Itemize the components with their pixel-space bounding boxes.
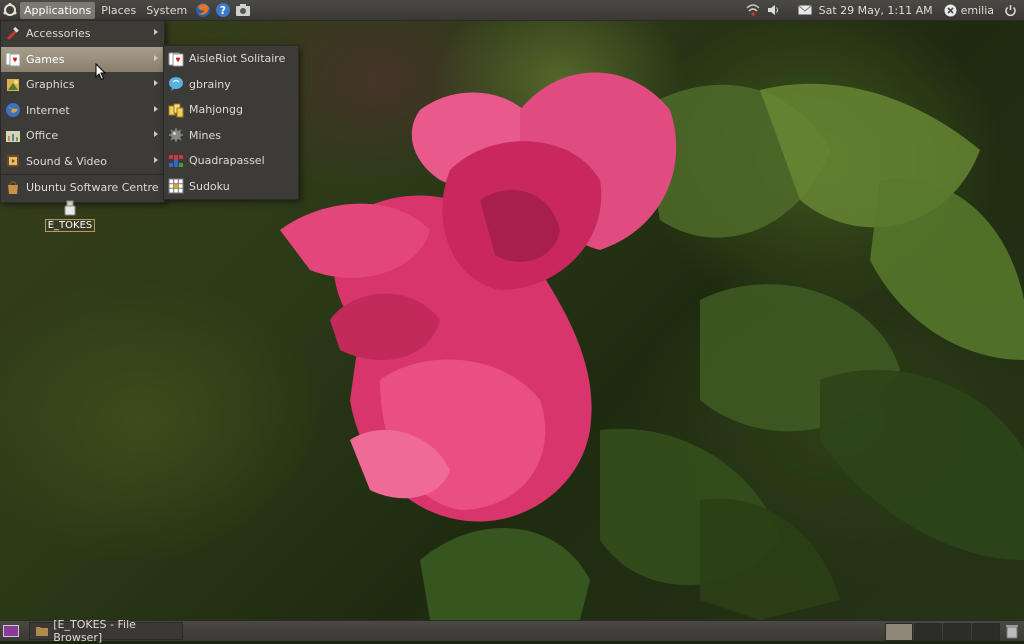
menu-system[interactable]: System bbox=[142, 2, 191, 19]
workspace-2[interactable] bbox=[914, 623, 942, 641]
menu-item-label: Internet bbox=[26, 103, 70, 117]
taskbar-item-file-browser[interactable]: [E_TOKES - File Browser] bbox=[29, 618, 183, 644]
workspace-1[interactable] bbox=[885, 623, 913, 641]
games-submenu: AisleRiot Solitaire gbrainy Mahjongg Min… bbox=[163, 45, 299, 200]
network-icon[interactable] bbox=[745, 2, 761, 18]
clock[interactable]: Sat 29 May, 1:11 AM bbox=[819, 4, 933, 17]
submenu-arrow-icon bbox=[154, 54, 158, 61]
solitaire-icon bbox=[168, 51, 184, 67]
menu-item-mines[interactable]: Mines bbox=[164, 123, 298, 149]
taskbar-item-label: [E_TOKES - File Browser] bbox=[53, 618, 136, 644]
menu-item-graphics[interactable]: Graphics bbox=[1, 72, 164, 98]
office-icon bbox=[5, 128, 21, 144]
software-centre-icon bbox=[5, 180, 21, 196]
user-name[interactable]: emilia bbox=[961, 4, 994, 17]
menu-item-mahjongg[interactable]: Mahjongg bbox=[164, 97, 298, 123]
sound-video-icon bbox=[5, 153, 21, 169]
menu-item-internet[interactable]: Internet bbox=[1, 98, 164, 124]
menu-item-accessories[interactable]: Accessories bbox=[1, 21, 164, 47]
menu-item-label: Games bbox=[26, 52, 65, 66]
workspace-4[interactable] bbox=[972, 623, 1000, 641]
menu-item-label: Quadrapassel bbox=[189, 154, 265, 168]
power-icon[interactable] bbox=[1002, 2, 1018, 18]
menu-item-sudoku[interactable]: Sudoku bbox=[164, 174, 298, 200]
games-icon bbox=[5, 51, 21, 67]
mahjongg-icon bbox=[168, 102, 184, 118]
quadrapassel-icon bbox=[168, 153, 184, 169]
bottom-panel: [E_TOKES - File Browser] bbox=[0, 618, 1024, 644]
mouse-cursor-icon bbox=[95, 63, 107, 81]
volume-icon[interactable] bbox=[765, 2, 781, 18]
menu-item-label: gbrainy bbox=[189, 77, 231, 91]
menu-item-label: Mines bbox=[189, 128, 222, 142]
menu-item-ubuntu-software-centre[interactable]: Ubuntu Software Centre bbox=[1, 175, 164, 201]
mines-icon bbox=[168, 127, 184, 143]
sudoku-icon bbox=[168, 178, 184, 194]
applications-menu: Accessories Games Graphics Internet Offi… bbox=[0, 20, 165, 203]
menu-item-label: AisleRiot Solitaire bbox=[189, 52, 286, 66]
menu-item-label: Mahjongg bbox=[189, 103, 243, 117]
menu-item-gbrainy[interactable]: gbrainy bbox=[164, 72, 298, 98]
submenu-arrow-icon bbox=[154, 131, 158, 137]
menu-item-label: Ubuntu Software Centre bbox=[26, 181, 159, 195]
top-panel: Applications Places System ? Sat 29 May,… bbox=[0, 0, 1024, 21]
submenu-arrow-icon bbox=[154, 29, 158, 35]
graphics-icon bbox=[5, 77, 21, 93]
internet-icon bbox=[5, 102, 21, 118]
menu-item-label: Office bbox=[26, 129, 59, 143]
menu-applications[interactable]: Applications bbox=[20, 1, 96, 19]
ubuntu-logo-icon[interactable] bbox=[2, 2, 18, 18]
menu-item-label: Accessories bbox=[26, 27, 91, 41]
usb-drive-icon bbox=[62, 200, 78, 216]
gbrainy-icon bbox=[168, 76, 184, 92]
submenu-arrow-icon bbox=[154, 105, 158, 112]
help-icon[interactable]: ? bbox=[215, 2, 231, 18]
menu-item-sound-video[interactable]: Sound & Video bbox=[1, 149, 164, 175]
menu-item-label: Sudoku bbox=[189, 179, 230, 193]
submenu-arrow-icon bbox=[154, 156, 158, 163]
desktop-icon-e-tokes[interactable]: E_TOKES bbox=[42, 200, 98, 232]
firefox-icon[interactable] bbox=[195, 2, 211, 18]
workspace-switcher bbox=[884, 623, 1000, 641]
submenu-arrow-icon bbox=[154, 80, 158, 86]
screenshot-icon[interactable] bbox=[235, 2, 251, 18]
show-desktop-icon[interactable] bbox=[3, 623, 19, 639]
menu-item-games[interactable]: Games bbox=[1, 46, 164, 72]
menu-places[interactable]: Places bbox=[97, 2, 140, 19]
accessories-icon bbox=[5, 26, 21, 42]
desktop-icon-label: E_TOKES bbox=[44, 219, 96, 232]
mail-icon[interactable] bbox=[797, 2, 813, 18]
user-status-icon[interactable] bbox=[943, 2, 959, 18]
menu-item-aisleriot-solitaire[interactable]: AisleRiot Solitaire bbox=[164, 46, 298, 72]
file-browser-icon bbox=[34, 623, 49, 639]
menu-item-quadrapassel[interactable]: Quadrapassel bbox=[164, 148, 298, 174]
trash-icon[interactable] bbox=[1004, 623, 1020, 639]
menu-item-label: Sound & Video bbox=[26, 154, 108, 168]
svg-text:?: ? bbox=[220, 4, 226, 17]
workspace-3[interactable] bbox=[943, 623, 971, 641]
menu-item-office[interactable]: Office bbox=[1, 123, 164, 149]
menu-item-label: Graphics bbox=[26, 78, 75, 92]
